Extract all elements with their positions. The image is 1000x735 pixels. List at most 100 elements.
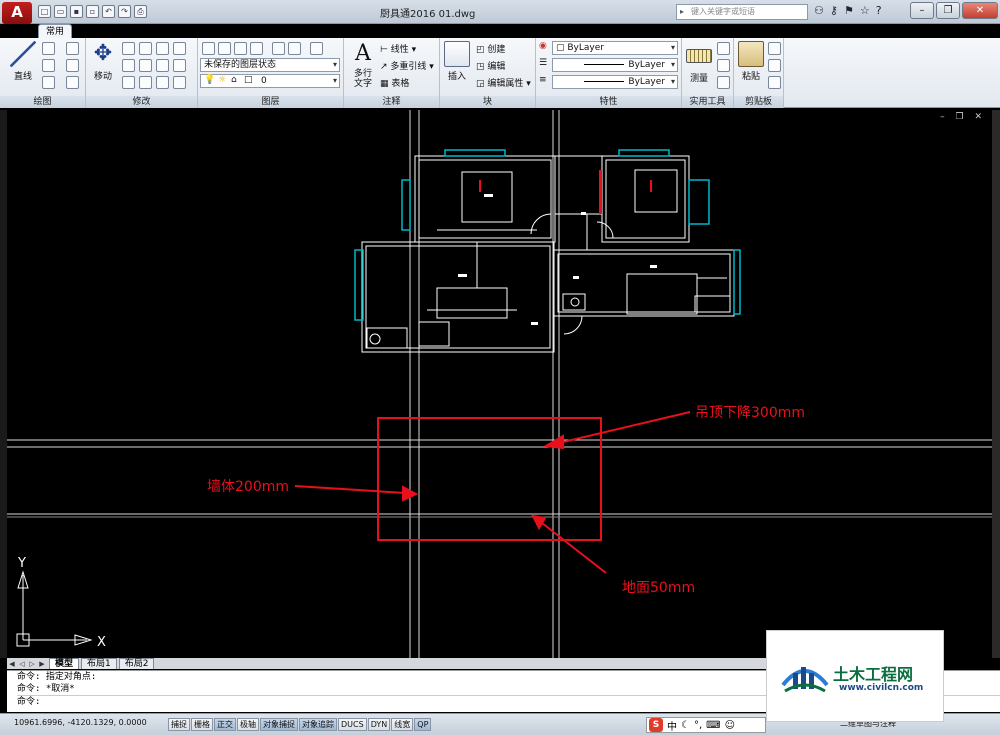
panel-utilities-label[interactable]: 实用工具	[682, 96, 733, 108]
quick-select-icon[interactable]	[717, 42, 730, 55]
copy-clip-icon[interactable]	[768, 59, 781, 72]
tab-home[interactable]: 常用	[38, 24, 73, 38]
panel-annotation-label[interactable]: 注释	[344, 96, 439, 108]
tab-annotate[interactable]: 注释	[104, 24, 136, 38]
tab-output[interactable]: 输出	[241, 24, 273, 38]
dyn-toggle[interactable]: DYN	[367, 718, 391, 731]
explode-icon[interactable]	[173, 59, 186, 72]
insert-button[interactable]: 插入	[442, 41, 472, 82]
edit-attributes-button[interactable]: ◲ 编辑属性 ▾	[476, 76, 531, 89]
ime-mode[interactable]: 中	[667, 718, 677, 733]
restore-button[interactable]: ❐	[936, 2, 960, 19]
search-input[interactable]: 键入关键字或短语	[676, 4, 808, 20]
user-icon[interactable]: ☺	[725, 720, 735, 731]
scroll-edge[interactable]	[992, 110, 1000, 658]
measure-button[interactable]: 测量	[684, 41, 714, 84]
ime-toolbar[interactable]: S 中 ☾ °, ⌨ ☺	[646, 717, 766, 733]
favorites-star-icon[interactable]: ☆	[860, 4, 870, 17]
grid-toggle[interactable]: 栅格	[191, 718, 213, 731]
help-icon[interactable]: ?	[876, 4, 882, 17]
layer-isolate-icon[interactable]	[234, 42, 247, 55]
dim-linear-button[interactable]: ⊢ 线性 ▾	[380, 42, 416, 55]
coordinate-readout[interactable]: 10961.6996, -4120.1329, 0.0000	[14, 718, 147, 727]
panel-clipboard-label[interactable]: 剪贴板	[734, 96, 783, 108]
circle-icon[interactable]	[42, 59, 55, 72]
communication-icon[interactable]: ⚑	[844, 4, 854, 17]
color-select[interactable]: ▢ ByLayer	[552, 41, 678, 55]
next-tab-icon[interactable]: ▷	[27, 660, 37, 668]
tab-layout1[interactable]: 布局1	[81, 658, 117, 669]
last-tab-icon[interactable]: ▶	[37, 660, 47, 668]
layer-match-icon[interactable]	[310, 42, 323, 55]
panel-block-label[interactable]: 块	[440, 96, 535, 108]
chamfer-icon[interactable]	[173, 76, 186, 89]
layer-state-icon[interactable]	[218, 42, 231, 55]
rectangle-icon[interactable]	[66, 59, 79, 72]
undo-icon[interactable]: ↶	[102, 5, 115, 18]
lineweight-select[interactable]: ByLayer	[552, 75, 678, 89]
copy-icon[interactable]	[122, 42, 135, 55]
tab-view[interactable]: 视图	[177, 24, 209, 38]
move-button[interactable]: ✥ 移动	[88, 41, 118, 82]
ortho-toggle[interactable]: 正交	[214, 718, 236, 731]
arc-icon[interactable]	[66, 42, 79, 55]
stretch-icon[interactable]	[122, 76, 135, 89]
tab-model[interactable]: 模型	[49, 658, 80, 669]
rotate-icon[interactable]	[139, 42, 152, 55]
layer-properties-icon[interactable]	[202, 42, 215, 55]
otrack-toggle[interactable]: 对象追踪	[299, 718, 337, 731]
layer-state-select[interactable]: 未保存的图层状态	[200, 58, 340, 72]
panel-modify-label[interactable]: 修改	[86, 96, 197, 108]
select-similar-icon[interactable]	[717, 59, 730, 72]
paste-button[interactable]: 粘贴	[736, 41, 766, 82]
keyboard-icon[interactable]: ⌨	[706, 720, 720, 731]
save-as-icon[interactable]: ▫	[86, 5, 99, 18]
mtext-button[interactable]: A 多行文字	[347, 41, 379, 89]
tab-insert[interactable]: 插入	[72, 24, 104, 38]
panel-draw-label[interactable]: 绘图	[0, 96, 85, 108]
polar-toggle[interactable]: 极轴	[237, 718, 259, 731]
line-button[interactable]: 直线	[8, 41, 38, 82]
cut-icon[interactable]	[768, 42, 781, 55]
offset-icon[interactable]	[156, 76, 169, 89]
array-icon[interactable]	[139, 76, 152, 89]
viewport-controls[interactable]: – ❐ ✕	[940, 112, 986, 122]
prev-tab-icon[interactable]: ◁	[17, 660, 27, 668]
redo-icon[interactable]: ↷	[118, 5, 131, 18]
calculator-icon[interactable]	[717, 76, 730, 89]
snap-toggle[interactable]: 捕捉	[168, 718, 190, 731]
save-icon[interactable]: ▪	[70, 5, 83, 18]
osnap-toggle[interactable]: 对象捕捉	[260, 718, 298, 731]
lineweight-toggle[interactable]: 线宽	[391, 718, 414, 731]
edit-block-button[interactable]: ◳ 编辑	[476, 59, 505, 72]
tab-layout2[interactable]: 布局2	[118, 658, 155, 669]
panel-properties-label[interactable]: 特性	[536, 96, 681, 108]
hatch-icon[interactable]	[66, 76, 79, 89]
app-menu-button[interactable]: A	[2, 2, 32, 24]
mirror-icon[interactable]	[122, 59, 135, 72]
scale-icon[interactable]	[156, 59, 169, 72]
fillet-icon[interactable]	[139, 59, 152, 72]
table-button[interactable]: ▦ 表格	[380, 76, 409, 89]
polyline-icon[interactable]	[42, 42, 55, 55]
layer-off-icon[interactable]	[272, 42, 285, 55]
tab-parametric[interactable]: 参数化	[136, 24, 177, 38]
moon-icon[interactable]: ☾	[681, 720, 690, 731]
create-block-button[interactable]: ◰ 创建	[476, 42, 505, 55]
ellipse-icon[interactable]	[42, 76, 55, 89]
mleader-button[interactable]: ↗ 多重引线 ▾	[380, 59, 434, 72]
binoculars-icon[interactable]: ⚇	[814, 4, 824, 17]
trim-icon[interactable]	[156, 42, 169, 55]
tab-manage[interactable]: 管理	[209, 24, 241, 38]
key-icon[interactable]: ⚷	[830, 4, 838, 17]
open-file-icon[interactable]: ▭	[54, 5, 67, 18]
layer-freeze-icon[interactable]	[250, 42, 263, 55]
linetype-select[interactable]: ByLayer	[552, 58, 678, 72]
qp-toggle[interactable]: QP	[414, 718, 432, 731]
layer-lock-icon[interactable]	[288, 42, 301, 55]
new-file-icon[interactable]: □	[38, 5, 51, 18]
ducs-toggle[interactable]: DUCS	[338, 718, 367, 731]
punctuation-icon[interactable]: °,	[694, 720, 702, 731]
plot-icon[interactable]: ⎙	[134, 5, 147, 18]
drawing-canvas[interactable]: – ❐ ✕ 吊顶下降300mm 墙体200mm 地面50mm Y X	[7, 110, 992, 658]
